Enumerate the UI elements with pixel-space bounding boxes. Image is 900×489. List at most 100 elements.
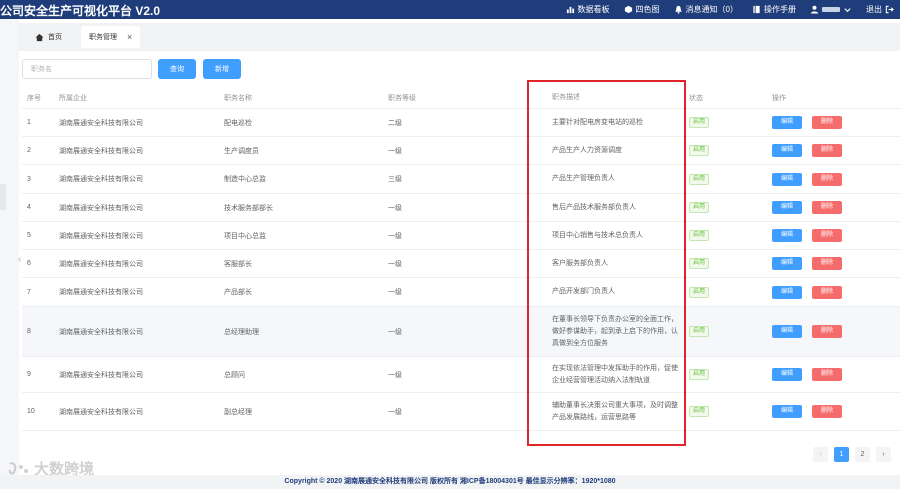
bar-chart-icon xyxy=(566,5,575,14)
cell-position-name: 配电巡检 xyxy=(224,119,252,127)
cell-position-desc: 售后产品技术服务部负责人 xyxy=(552,203,636,211)
position-name-input[interactable] xyxy=(22,59,152,79)
table-row: 1 湖南展通安全科技有限公司 配电巡检 二级 主要针对配电房变电站的巡检 启用 编辑 删除 xyxy=(22,109,900,137)
user-icon xyxy=(810,5,819,14)
delete-button[interactable]: 删除 xyxy=(812,201,842,214)
table-row: 2 湖南展通安全科技有限公司 生产调度员 一级 产品生产人力资源调度 启用 编辑 删除 xyxy=(22,137,900,165)
delete-button[interactable]: 删除 xyxy=(812,325,842,338)
edit-button[interactable]: 编辑 xyxy=(772,116,802,129)
cell-actions: 编辑 删除 xyxy=(772,278,900,306)
cell-position-desc: 辅助董事长决策公司重大事项，及时调整产品发展路线，运营思路等 xyxy=(552,401,678,421)
status-badge: 启用 xyxy=(689,406,710,417)
cell-position-level: 一级 xyxy=(388,328,402,336)
cell-position-level: 一级 xyxy=(388,289,402,296)
cell-company: 湖南展通安全科技有限公司 xyxy=(59,232,143,240)
edit-button[interactable]: 编辑 xyxy=(772,144,802,157)
sidebar-collapsed xyxy=(0,19,19,489)
cell-position-level: 二级 xyxy=(388,119,402,127)
cell-position-desc: 项目中心销售与技术总负责人 xyxy=(552,231,643,239)
user-menu[interactable] xyxy=(810,5,852,14)
collapse-arrow-icon[interactable]: ‹ xyxy=(18,254,21,265)
cell-company: 湖南展通安全科技有限公司 xyxy=(59,371,143,379)
add-button[interactable]: 新增 xyxy=(203,59,241,79)
page-button-1[interactable]: 1 xyxy=(834,447,849,462)
cell-company: 湖南展通安全科技有限公司 xyxy=(59,408,143,416)
cell-company: 湖南展通安全科技有限公司 xyxy=(59,147,143,155)
prev-page-button[interactable]: ‹ xyxy=(813,447,828,462)
cell-position-name: 总经理助理 xyxy=(224,328,259,336)
header-no: 序号 xyxy=(27,95,41,102)
cell-status: 启用 xyxy=(689,357,769,392)
header-company: 所属企业 xyxy=(59,95,87,102)
logout-button[interactable]: 退出 xyxy=(866,4,894,15)
cell-position-level: 一级 xyxy=(388,260,402,268)
cell-no: 1 xyxy=(27,119,31,126)
cell-actions: 编辑 删除 xyxy=(772,165,900,193)
table-row: 7 湖南展通安全科技有限公司 产品部长 一级 产品开发部门负责人 启用 编辑 删除 xyxy=(22,278,900,307)
delete-button[interactable]: 删除 xyxy=(812,368,842,381)
nav-dashboard[interactable]: 数据看板 xyxy=(566,4,610,15)
table-row: 4 湖南展通安全科技有限公司 技术服务部部长 一级 售后产品技术服务部负责人 启用 编辑 删除 xyxy=(22,194,900,222)
footer: Copyright © 2020 湖南展通安全科技有限公司 版权所有 湘ICP备… xyxy=(0,475,900,489)
bell-icon xyxy=(674,5,683,14)
close-icon[interactable]: × xyxy=(127,32,132,42)
edit-button[interactable]: 编辑 xyxy=(772,405,802,418)
header-actions: 操作 xyxy=(772,95,786,102)
cell-no: 9 xyxy=(27,371,31,378)
delete-button[interactable]: 删除 xyxy=(812,405,842,418)
edit-button[interactable]: 编辑 xyxy=(772,325,802,338)
delete-button[interactable]: 删除 xyxy=(812,257,842,270)
query-button[interactable]: 查询 xyxy=(158,59,196,79)
table-row: 3 湖南展通安全科技有限公司 制造中心总监 三级 产品生产管理负责人 启用 编辑 删除 xyxy=(22,165,900,194)
page-button-2[interactable]: 2 xyxy=(855,447,870,462)
tab-home[interactable]: 首页 xyxy=(27,26,70,48)
cell-actions: 编辑 删除 xyxy=(772,357,900,392)
edit-button[interactable]: 编辑 xyxy=(772,229,802,242)
table-row: 8 湖南展通安全科技有限公司 总经理助理 一级 在董事长领导下负责办公室的全面工作，做好… xyxy=(22,307,900,357)
sidebar-handle[interactable] xyxy=(0,184,6,210)
cell-position-name: 客服部长 xyxy=(224,260,252,268)
cell-status: 启用 xyxy=(689,137,769,164)
status-badge: 启用 xyxy=(689,173,710,185)
cell-position-name: 生产调度员 xyxy=(224,147,259,155)
tab-position-management[interactable]: 职务管理 × xyxy=(81,26,141,48)
edit-button[interactable]: 编辑 xyxy=(772,257,802,270)
table-header: 序号 所属企业 职务名称 职务等级 职务描述 状态 操作 xyxy=(22,88,900,109)
nav-manual[interactable]: 操作手册 xyxy=(752,4,796,15)
delete-button[interactable]: 删除 xyxy=(812,229,842,242)
header-status: 状态 xyxy=(689,95,703,102)
delete-button[interactable]: 删除 xyxy=(812,172,842,186)
status-badge: 启用 xyxy=(689,145,710,156)
delete-button[interactable]: 删除 xyxy=(812,144,842,157)
cell-actions: 编辑 删除 xyxy=(772,194,900,221)
header-position-name: 职务名称 xyxy=(224,95,252,102)
header-position-level: 职务等级 xyxy=(388,95,416,102)
tab-position-management-label: 职务管理 xyxy=(89,34,117,41)
edit-button[interactable]: 编辑 xyxy=(772,201,802,214)
status-badge: 启用 xyxy=(689,286,710,298)
nav-dashboard-label: 数据看板 xyxy=(577,5,610,14)
edit-button[interactable]: 编辑 xyxy=(772,172,802,186)
cell-company: 湖南展通安全科技有限公司 xyxy=(59,328,143,336)
cell-position-name: 产品部长 xyxy=(224,289,252,296)
cell-no: 10 xyxy=(27,408,35,415)
edit-button[interactable]: 编辑 xyxy=(772,368,802,381)
cell-position-level: 三级 xyxy=(388,176,402,183)
nav-four-color-map[interactable]: 四色图 xyxy=(624,4,660,15)
tab-home-label: 首页 xyxy=(48,34,62,41)
next-page-button[interactable]: › xyxy=(876,447,891,462)
tabs-bar: 首页 职务管理 × xyxy=(19,23,900,51)
edit-button[interactable]: 编辑 xyxy=(772,285,802,299)
logout-icon xyxy=(885,5,894,14)
cell-position-level: 一级 xyxy=(388,408,402,416)
nav-four-color-map-label: 四色图 xyxy=(635,5,660,14)
cell-position-level: 一级 xyxy=(388,147,402,155)
cell-position-level: 一级 xyxy=(388,232,402,240)
cell-position-desc: 在实现依法管理中发挥助手的作用，促使企业经营管理活动纳入法制轨道 xyxy=(552,364,678,384)
status-badge: 启用 xyxy=(689,326,710,337)
cell-company: 湖南展通安全科技有限公司 xyxy=(59,176,143,183)
delete-button[interactable]: 删除 xyxy=(812,116,842,129)
nav-notifications[interactable]: 消息通知（0） xyxy=(674,4,738,15)
delete-button[interactable]: 删除 xyxy=(812,285,842,299)
cell-status: 启用 xyxy=(689,250,769,277)
